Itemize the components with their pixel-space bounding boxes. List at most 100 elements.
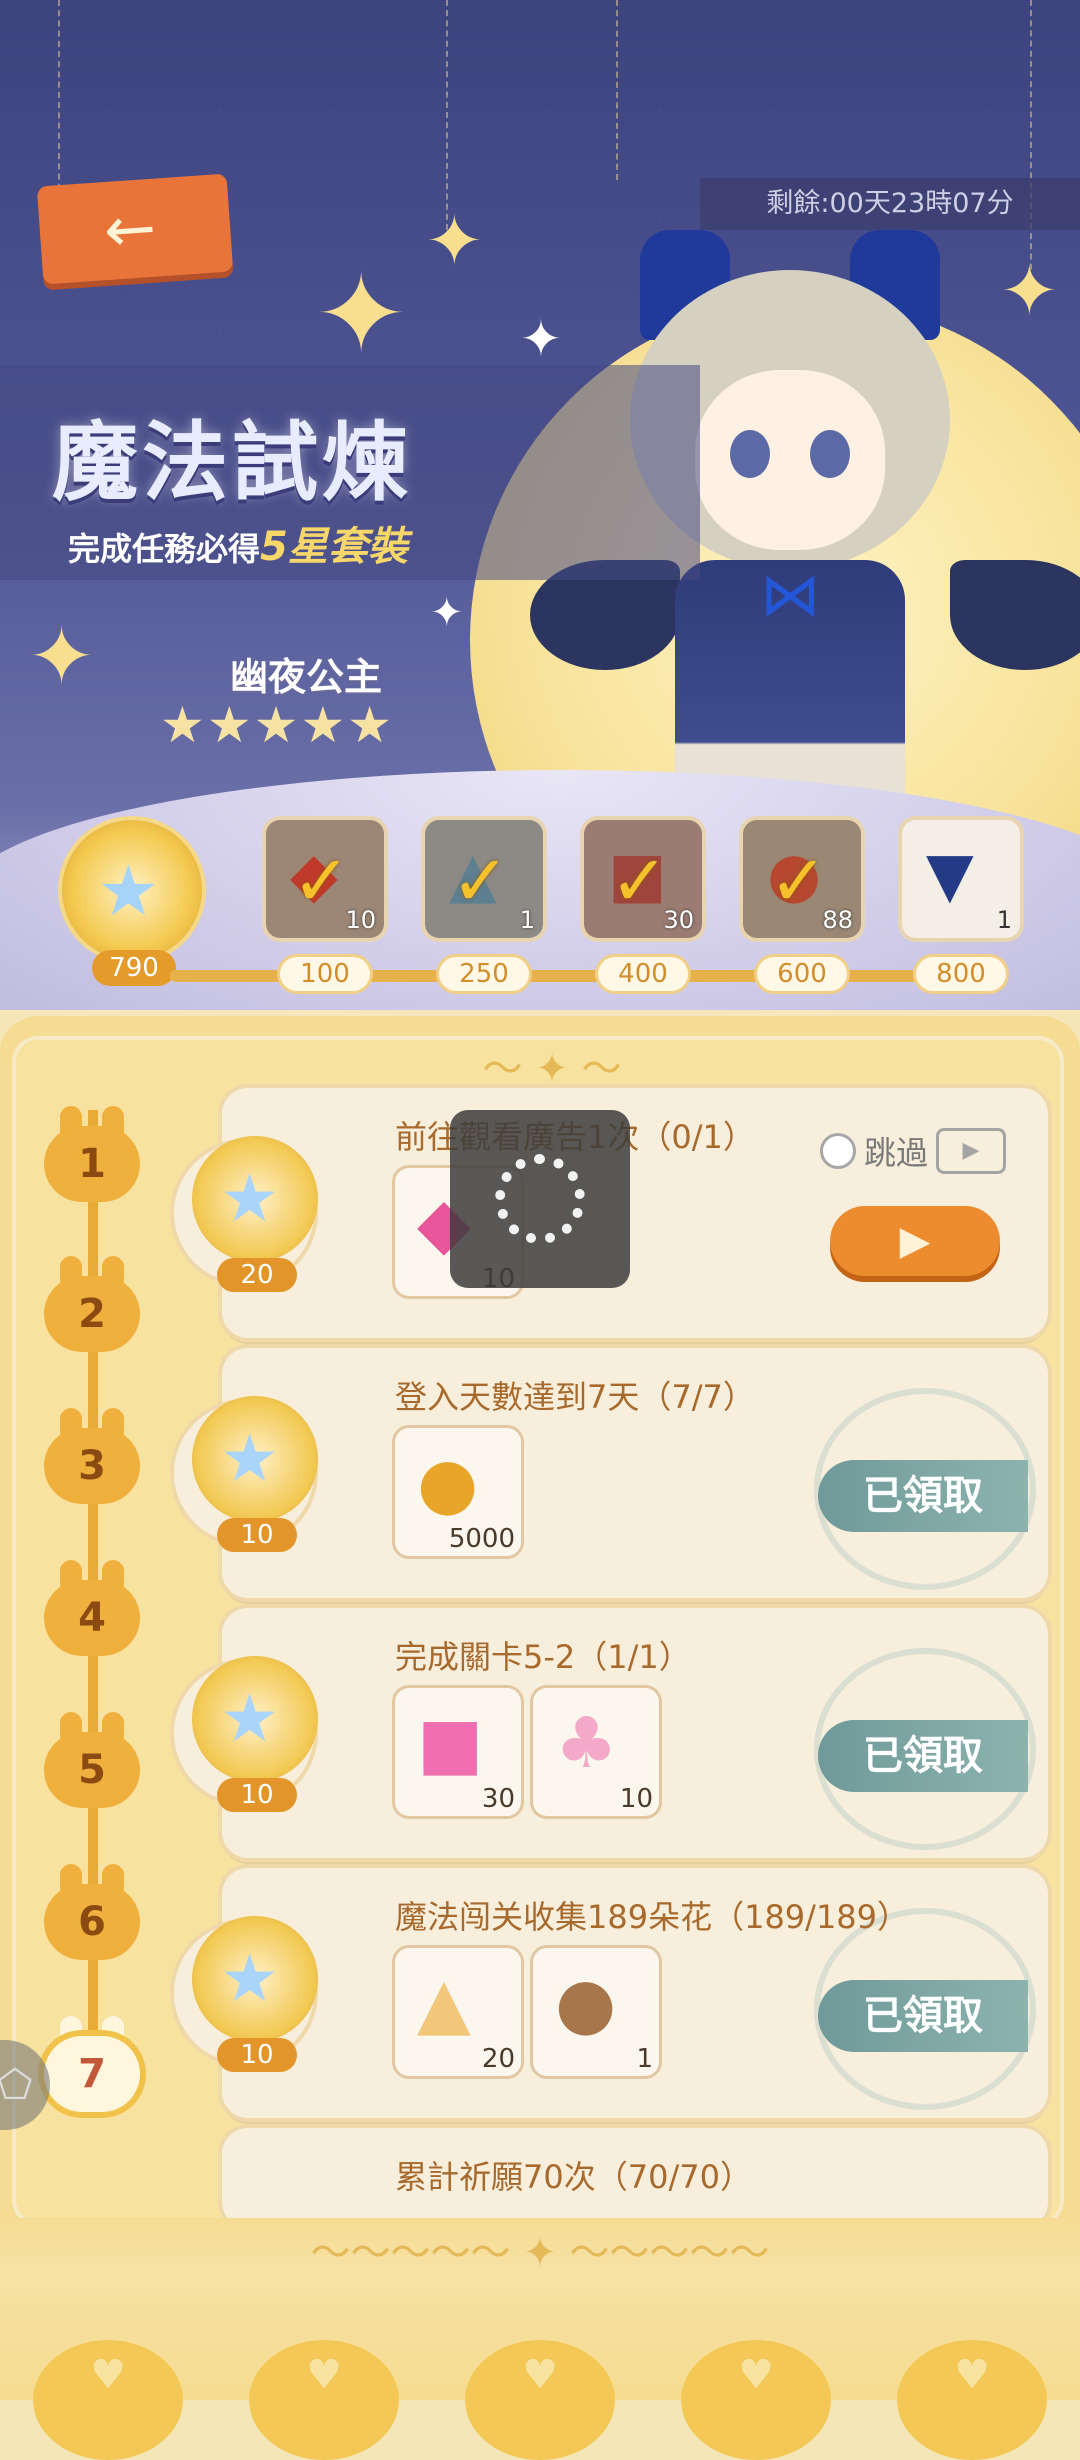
sparkle-star-icon: ✦	[425, 200, 484, 282]
quest-card: ★ 20 前往觀看廣告1次（0/1） ◆ 10 跳過 ▶ ▶	[174, 1088, 1048, 1338]
sparkle-star-icon: ✦	[28, 610, 96, 703]
heart-icon: ♥	[33, 2340, 183, 2460]
step-marker: 6	[44, 1864, 140, 1960]
heart-icon: ♥	[465, 2340, 615, 2460]
item-qty: 30	[481, 1784, 515, 1814]
milestone-qty: 1	[519, 906, 535, 934]
quest-reward-badge: ★	[192, 1136, 318, 1262]
quest-card: ★ 10 完成關卡5-2（1/1） ■ 30 ♣ 10 已領取	[174, 1608, 1048, 1858]
milestone-reward[interactable]: ● ✓ 88 600	[743, 820, 861, 991]
item-qty: 10	[619, 1784, 653, 1814]
heart-icon: ♥	[681, 2340, 831, 2460]
milestone-qty: 30	[663, 906, 694, 934]
step-marker: 2	[44, 1256, 140, 1352]
hanging-string	[616, 0, 620, 180]
milestone-reward[interactable]: ▲ ✓ 1 250	[425, 820, 543, 991]
page-title: 魔法試煉	[52, 413, 412, 513]
event-banner: ✦ ✦ ✦ ✦ ✦ ✦ ⋈ 剩餘:00天23時07分 ← 魔法試煉 完成任務必得…	[0, 0, 1080, 1010]
quest-reward-badge: ★	[192, 1916, 318, 2042]
character-name: 幽夜公主	[230, 655, 383, 699]
step-marker: 5	[44, 1712, 140, 1808]
sparkle-star-icon: ✦	[1000, 250, 1059, 332]
item-qty: 5000	[448, 1524, 515, 1554]
step-marker-current: 7	[44, 2016, 140, 2112]
subtitle-text: 完成任務必得	[68, 530, 261, 568]
quest-reward-badge: ★	[192, 1656, 318, 1782]
radio-button[interactable]	[819, 1133, 856, 1169]
milestone-threshold: 600	[757, 957, 847, 991]
step-marker: 4	[44, 1560, 140, 1656]
loading-spinner-icon	[495, 1154, 585, 1244]
quest-title: 魔法闯关收集189朵花（189/189）	[395, 1898, 910, 1936]
milestone-reward[interactable]: ◆ ✓ 10 100	[266, 820, 384, 991]
quest-title: 完成關卡5-2（1/1）	[395, 1638, 691, 1676]
claimed-badge: 已領取	[818, 1720, 1028, 1792]
quest-card: ★ 10 魔法闯关收集189朵花（189/189） ▲ 20 ● 1 已領取	[174, 1868, 1048, 2118]
event-timer: 剩餘:00天23時07分	[700, 178, 1080, 230]
skip-label: 跳過	[863, 1134, 928, 1172]
quest-reward-qty: 10	[217, 1778, 297, 1812]
sparkle-star-icon: ✦	[520, 310, 562, 368]
quest-reward-qty: 10	[217, 1518, 297, 1552]
cake-icon: ▲	[417, 1962, 471, 2044]
watch-ad-button[interactable]: ▶	[830, 1206, 1000, 1276]
ornament-divider: ～～～～～ ✦ ～～～～～	[310, 2230, 770, 2276]
heart-icon: ♥	[897, 2340, 1047, 2460]
check-icon: ✓	[451, 840, 510, 922]
bottom-decoration: ♥ ♥ ♥ ♥ ♥	[0, 2340, 1080, 2460]
item-slot[interactable]: ■ 30	[395, 1688, 521, 1816]
quest-title: 累計祈願70次（70/70）	[395, 2158, 752, 2196]
milestone-threshold: 250	[439, 957, 529, 991]
milestone-qty: 1	[996, 906, 1012, 934]
item-slot[interactable]: ● 1	[533, 1948, 659, 2076]
milestone-reward[interactable]: ▼ 1 800	[902, 820, 1020, 991]
loading-overlay	[450, 1110, 630, 1288]
quest-items: ▲ 20 ● 1	[395, 1948, 659, 2076]
quest-items: ■ 30 ♣ 10	[395, 1688, 659, 1816]
hanging-string	[446, 0, 450, 230]
item-slot[interactable]: ● 5000	[395, 1428, 521, 1556]
step-marker: 1	[44, 1106, 140, 1202]
star-gem-icon: ★	[220, 1940, 280, 2017]
points-progress: ★ 790 ◆ ✓ 10 100 ▲ ✓ 1 250 ■ ✓ 30 400 ● …	[0, 820, 1080, 1010]
check-icon: ✓	[292, 840, 351, 922]
quest-items: ● 5000	[395, 1428, 521, 1556]
sparkle-star-icon: ✦	[315, 250, 408, 378]
item-slot[interactable]: ▲ 20	[395, 1948, 521, 2076]
item-slot[interactable]: ♣ 10	[533, 1688, 659, 1816]
gold-coin-icon: ●	[417, 1442, 479, 1524]
quest-title: 登入天數達到7天（7/7）	[395, 1378, 755, 1416]
claimed-badge: 已領取	[818, 1460, 1028, 1532]
milestone-qty: 88	[822, 906, 853, 934]
pink-cube-icon: ■	[417, 1702, 484, 1784]
item-qty: 20	[481, 2044, 515, 2074]
quest-reward-qty: 20	[217, 1258, 297, 1292]
back-button[interactable]: ←	[36, 173, 234, 285]
hanging-string	[58, 0, 62, 200]
milestone-reward[interactable]: ■ ✓ 30 400	[584, 820, 702, 991]
quest-reward-qty: 10	[217, 2038, 297, 2072]
skip-toggle[interactable]: 跳過 ▶	[819, 1128, 1006, 1174]
points-badge: ★	[62, 820, 202, 960]
milestone-qty: 10	[345, 906, 376, 934]
quest-card: 累計祈願70次（70/70）	[222, 2128, 1048, 2228]
item-qty: 1	[636, 2044, 653, 2074]
quest-reward-badge: ★	[192, 1396, 318, 1522]
subtitle-highlight: 5星套裝	[260, 524, 408, 570]
milestone-threshold: 800	[916, 957, 1006, 991]
dress-icon: ▼	[926, 838, 974, 911]
quest-card: ★ 10 登入天數達到7天（7/7） ● 5000 已領取	[174, 1348, 1048, 1598]
check-icon: ✓	[610, 840, 669, 922]
video-camera-icon: ▶	[936, 1128, 1006, 1174]
check-icon: ✓	[769, 840, 828, 922]
step-marker: 3	[44, 1408, 140, 1504]
claimed-badge: 已領取	[818, 1980, 1028, 2052]
event-subtitle: 完成任務必得5星套裝	[68, 514, 408, 572]
sparkle-star-icon: ✦	[430, 590, 464, 636]
seed-bag-icon: ●	[555, 1962, 617, 2044]
jellyfish-icon: ♣	[555, 1702, 618, 1784]
milestone-threshold: 400	[598, 957, 688, 991]
back-arrow-icon: ←	[101, 190, 159, 268]
star-gem-icon: ★	[220, 1680, 280, 1757]
current-points: 790	[92, 950, 176, 986]
